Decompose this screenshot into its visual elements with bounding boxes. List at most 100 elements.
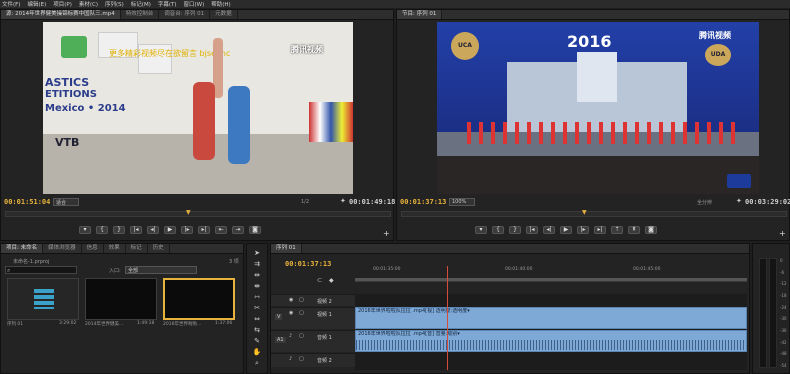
tab-sequence[interactable]: 序列 01 bbox=[271, 244, 302, 253]
step-forward-icon[interactable]: |▸ bbox=[577, 226, 589, 234]
source-patch-v[interactable]: V bbox=[275, 314, 283, 320]
overwrite-icon[interactable]: ⇥ bbox=[232, 226, 244, 234]
playhead-marker-icon[interactable]: ▼ bbox=[186, 209, 191, 216]
menu-edit[interactable]: 编辑(E) bbox=[27, 0, 46, 8]
speaker-icon[interactable]: ♪ bbox=[289, 333, 292, 339]
snap-icon[interactable]: ⊂ bbox=[317, 277, 322, 284]
source-resolution-select[interactable]: 1/2 bbox=[301, 199, 309, 205]
tab-project[interactable]: 项目: 未命名 bbox=[1, 244, 44, 253]
tab-audio-mixer[interactable]: 调音台: 序列 01 bbox=[159, 10, 211, 19]
tab-program[interactable]: 节目: 序列 01 bbox=[397, 10, 443, 19]
speaker-icon[interactable]: ♪ bbox=[289, 356, 292, 362]
add-button-icon[interactable]: + bbox=[779, 229, 786, 238]
timeline-timecode[interactable]: 00:01:37:13 bbox=[285, 260, 331, 268]
go-to-out-icon[interactable]: ▸| bbox=[594, 226, 606, 234]
ruler-tick-label: 00:01:45:00 bbox=[633, 267, 661, 272]
settings-icon[interactable]: ✦ bbox=[340, 197, 346, 205]
play-icon[interactable]: ▶ bbox=[560, 226, 572, 234]
timeline-clip-audio[interactable]: 2016年世界啦啦队拉拉 .mp4[音] 音量:级别▾ bbox=[355, 330, 747, 352]
settings-icon[interactable]: ✦ bbox=[736, 197, 742, 205]
tab-metadata[interactable]: 元数据 bbox=[210, 10, 238, 19]
lock-icon[interactable]: ▢ bbox=[299, 356, 304, 362]
source-zoom-select[interactable]: 适合 bbox=[53, 198, 79, 206]
tab-source[interactable]: 源: 2014年世界健美操锦标赛中国队三.mp4 bbox=[1, 10, 121, 19]
mark-in-icon[interactable]: { bbox=[492, 226, 504, 234]
source-scrubber[interactable]: ▼ bbox=[5, 209, 391, 217]
tab-effect-controls[interactable]: 特效控制台 bbox=[121, 10, 160, 19]
step-back-icon[interactable]: ◂| bbox=[543, 226, 555, 234]
menu-title[interactable]: 字幕(T) bbox=[158, 0, 177, 8]
lock-icon[interactable]: ▢ bbox=[299, 333, 304, 339]
timeline-ruler[interactable]: 00:01:35:00 00:01:40:00 00:01:45:00 bbox=[355, 266, 747, 282]
lock-icon[interactable]: ▢ bbox=[299, 297, 304, 303]
lift-icon[interactable]: ⇡ bbox=[611, 226, 623, 234]
go-to-in-icon[interactable]: |◂ bbox=[130, 226, 142, 234]
project-item[interactable]: 序列 01 3:29:02 bbox=[7, 278, 79, 327]
go-to-out-icon[interactable]: ▸| bbox=[198, 226, 210, 234]
rate-stretch-tool-icon[interactable]: ⇿ bbox=[252, 292, 262, 302]
timeline-clip-video[interactable]: 2016年世界啦啦队拉拉 .mp4[视] 透明度:透明度▾ bbox=[355, 307, 747, 329]
program-zoom-select[interactable]: 100% bbox=[449, 198, 475, 206]
eye-icon[interactable]: ◉ bbox=[289, 297, 293, 303]
marker-icon[interactable]: ▾ bbox=[475, 226, 487, 234]
menu-clip[interactable]: 素材(C) bbox=[79, 0, 98, 8]
menu-help[interactable]: 帮助(H) bbox=[211, 0, 230, 8]
zoom-tool-icon[interactable]: ⌕ bbox=[252, 358, 262, 368]
mark-out-icon[interactable]: } bbox=[509, 226, 521, 234]
program-timecode-current[interactable]: 00:01:37:13 bbox=[400, 198, 446, 206]
menu-project[interactable]: 项目(P) bbox=[53, 0, 72, 8]
step-forward-icon[interactable]: |▸ bbox=[181, 226, 193, 234]
tab-info[interactable]: 信息 bbox=[82, 244, 104, 253]
go-to-in-icon[interactable]: |◂ bbox=[526, 226, 538, 234]
menu-sequence[interactable]: 序列(S) bbox=[105, 0, 124, 8]
extract-icon[interactable]: ⇞ bbox=[628, 226, 640, 234]
track-select-tool-icon[interactable]: ⇉ bbox=[252, 259, 262, 269]
step-back-icon[interactable]: ◂| bbox=[147, 226, 159, 234]
source-patch-a[interactable]: A1 bbox=[275, 337, 286, 343]
eye-icon[interactable]: ◉ bbox=[289, 310, 293, 316]
hand-tool-icon[interactable]: ✋ bbox=[252, 347, 262, 357]
menu-window[interactable]: 窗口(W) bbox=[184, 0, 205, 8]
tab-markers[interactable]: 标记 bbox=[126, 244, 148, 253]
work-area-bar[interactable] bbox=[355, 278, 747, 281]
play-icon[interactable]: ▶ bbox=[164, 226, 176, 234]
selection-tool-icon[interactable]: ➤ bbox=[252, 248, 262, 258]
project-item[interactable]: 2016年世界啦啦... 1:37:06 bbox=[163, 278, 235, 327]
project-filename: 未命名-1.prproj bbox=[13, 259, 50, 265]
item-duration: 1:49:18 bbox=[137, 321, 155, 326]
rolling-edit-tool-icon[interactable]: ⇼ bbox=[252, 281, 262, 291]
track-header-a2: ♪ ▢ 音频 2 bbox=[271, 353, 355, 367]
mark-in-icon[interactable]: { bbox=[96, 226, 108, 234]
export-frame-icon[interactable]: ◙ bbox=[249, 226, 261, 234]
tab-media-browser[interactable]: 媒体浏览器 bbox=[43, 244, 82, 253]
audio-clip-label: 2016年世界啦啦队拉拉 .mp4[音] 音量:级别▾ bbox=[358, 331, 460, 337]
slide-tool-icon[interactable]: ⇆ bbox=[252, 325, 262, 335]
menu-marker[interactable]: 标记(M) bbox=[131, 0, 151, 8]
mark-out-icon[interactable]: } bbox=[113, 226, 125, 234]
playhead-line[interactable] bbox=[447, 266, 448, 370]
pen-tool-icon[interactable]: ✎ bbox=[252, 336, 262, 346]
menu-file[interactable]: 文件(F) bbox=[2, 0, 20, 8]
add-marker-icon[interactable]: ◆ bbox=[329, 277, 334, 284]
track-label-a1: 音频 1 bbox=[317, 335, 332, 341]
slip-tool-icon[interactable]: ⇔ bbox=[252, 314, 262, 324]
marker-icon[interactable]: ▾ bbox=[79, 226, 91, 234]
program-resolution-select[interactable]: 全分辨 bbox=[697, 199, 712, 206]
search-input[interactable]: ⌕ bbox=[5, 266, 77, 274]
crowd bbox=[437, 156, 759, 194]
meter-label: -24 bbox=[780, 304, 787, 310]
export-frame-icon[interactable]: ◙ bbox=[645, 226, 657, 234]
insert-icon[interactable]: ⇤ bbox=[215, 226, 227, 234]
project-item[interactable]: 2014年世界健美... 1:49:18 bbox=[85, 278, 157, 327]
tab-effects[interactable]: 效果 bbox=[104, 244, 126, 253]
playhead-marker-icon[interactable]: ▼ bbox=[582, 209, 587, 216]
channel-logo bbox=[727, 174, 751, 188]
in-select[interactable]: 全部 bbox=[125, 266, 197, 274]
ripple-edit-tool-icon[interactable]: ⇹ bbox=[252, 270, 262, 280]
tab-history[interactable]: 历史 bbox=[148, 244, 170, 253]
source-timecode-current[interactable]: 00:01:51:04 bbox=[4, 198, 50, 206]
razor-tool-icon[interactable]: ✂ bbox=[252, 303, 262, 313]
add-button-icon[interactable]: + bbox=[383, 229, 390, 238]
program-scrubber[interactable]: ▼ bbox=[401, 209, 787, 217]
lock-icon[interactable]: ▢ bbox=[299, 310, 304, 316]
